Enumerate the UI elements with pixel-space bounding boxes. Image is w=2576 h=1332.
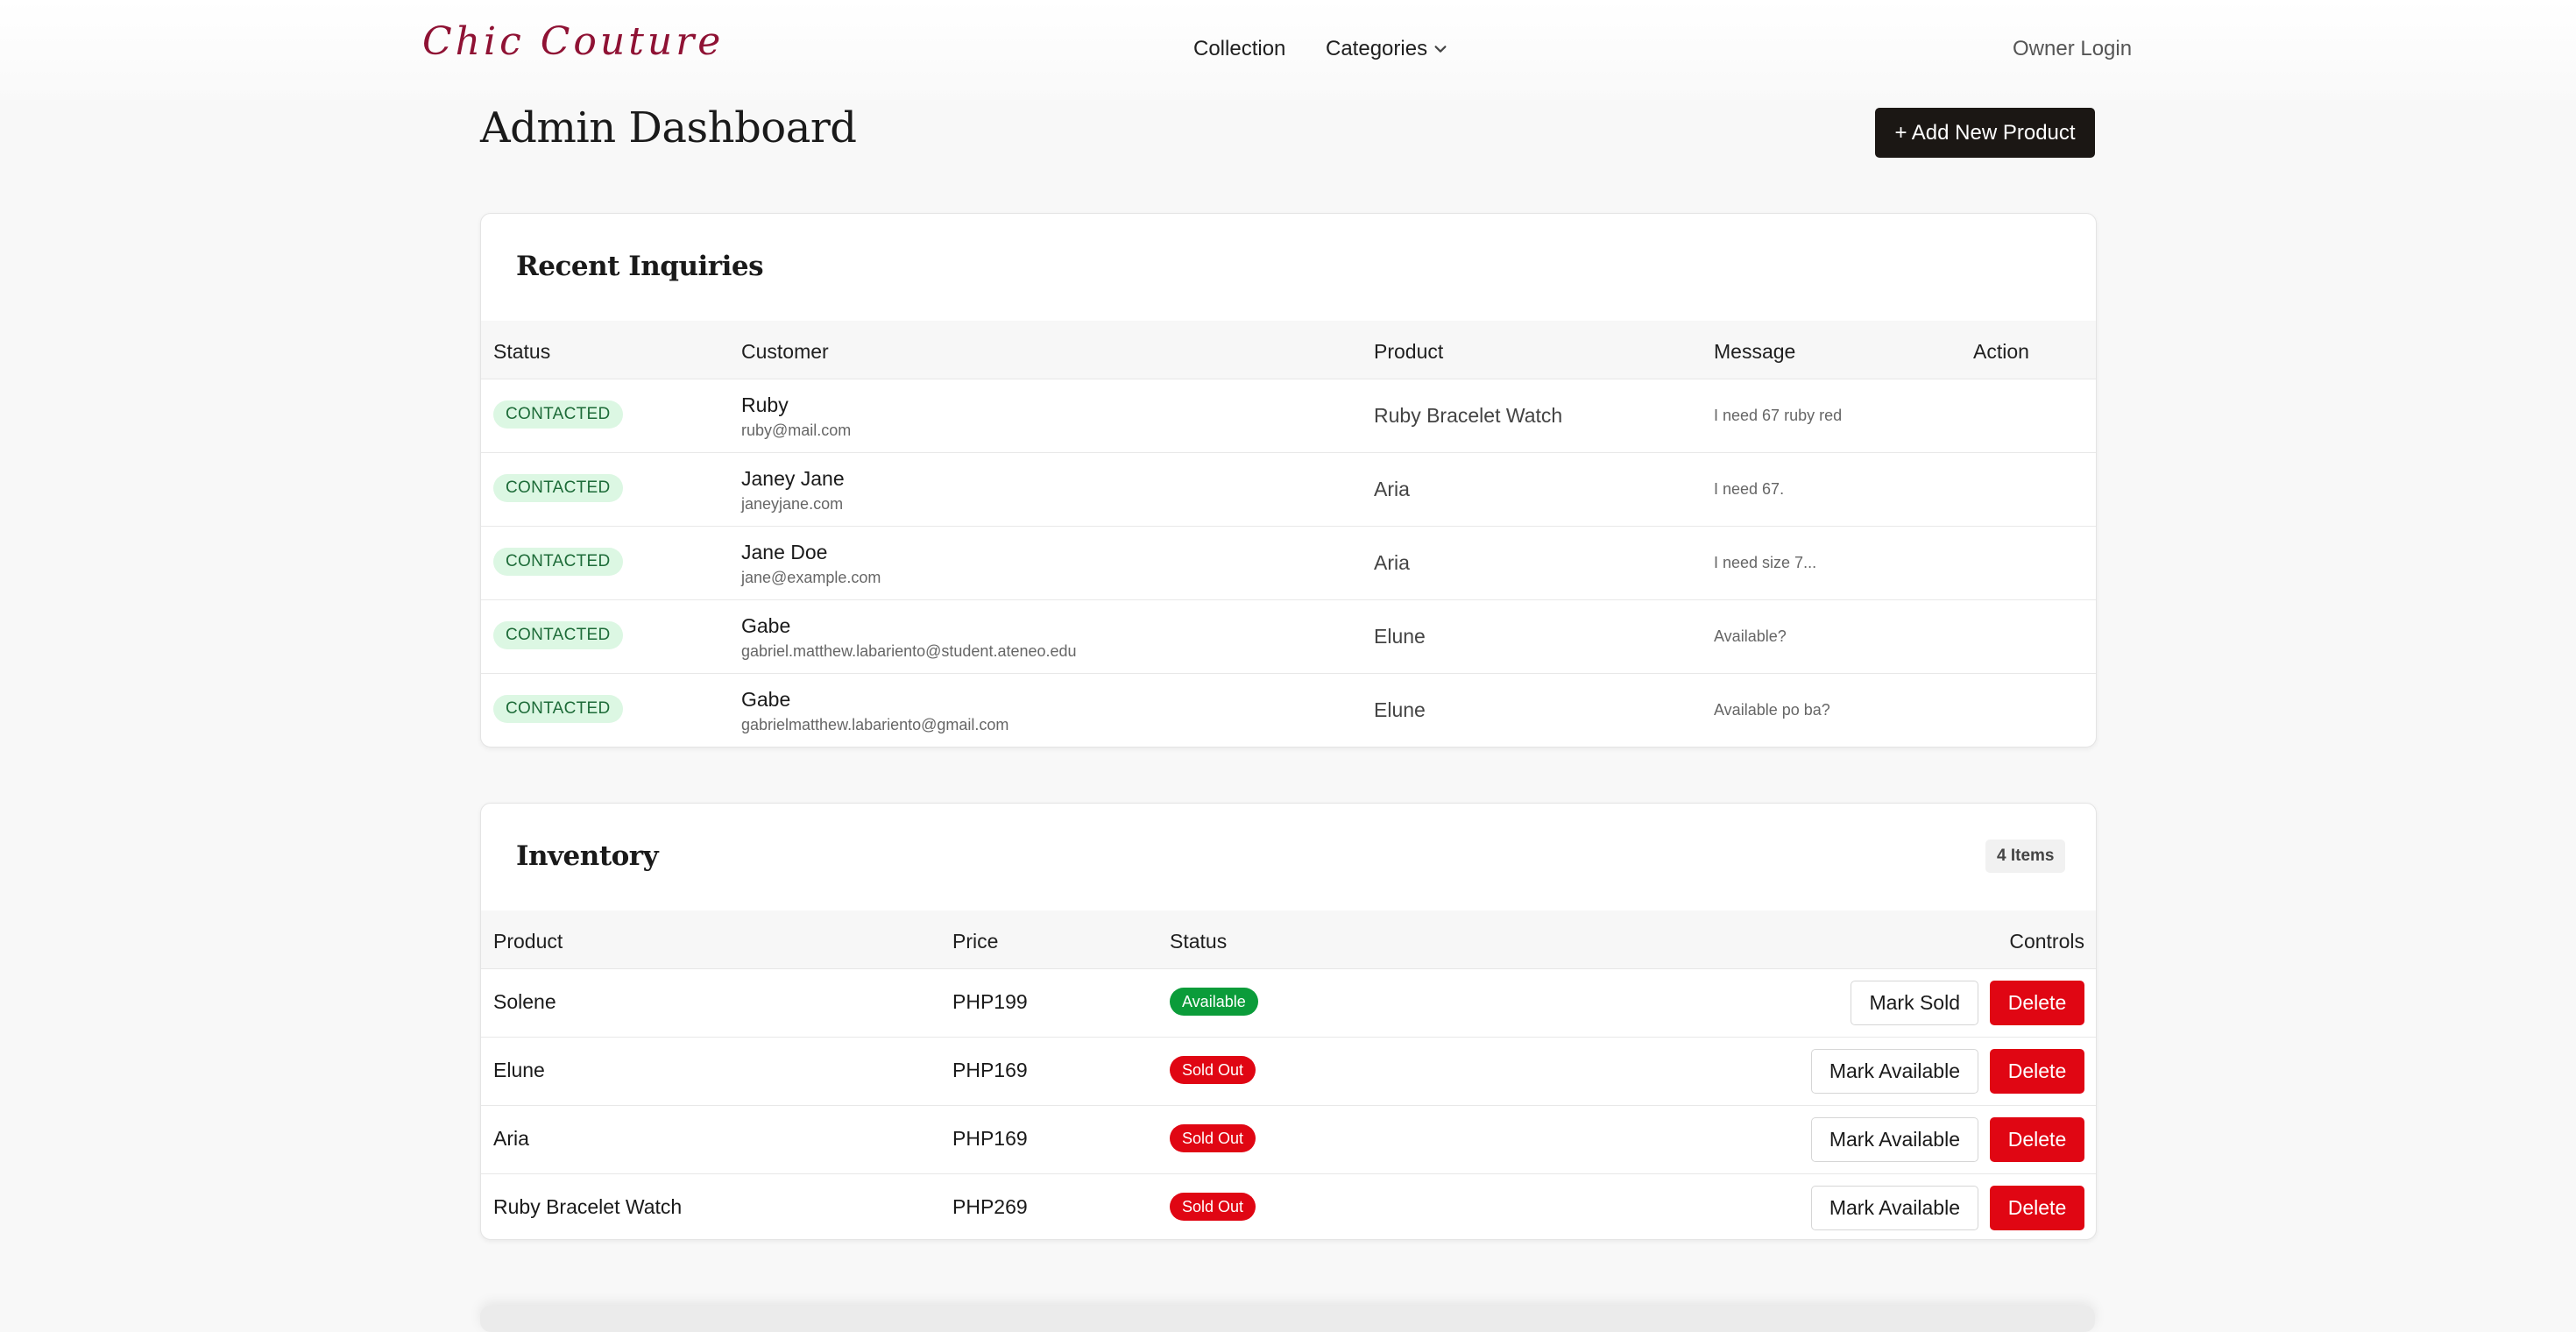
nav-collection-link[interactable]: Collection [1193,37,1285,61]
col-action: Action [1973,340,2029,363]
delete-button[interactable]: Delete [1990,1117,2084,1162]
col-price: Price [952,930,999,953]
table-row: Solene PHP199 Available Mark Sold Delete [481,969,2096,1038]
inquiry-message: I need size 7... [1714,554,1817,571]
status-badge: CONTACTED [493,474,623,502]
product-name: Ruby Bracelet Watch [493,1195,683,1218]
table-row: Ruby Bracelet Watch PHP269 Sold Out Mark… [481,1174,2096,1239]
table-row: CONTACTED Janey Jane janeyjane.com Aria … [481,453,2096,527]
product-price: PHP169 [952,1059,1028,1081]
customer-email: gabriel.matthew.labariento@student.atene… [741,642,1077,660]
recent-inquiries-card: Recent Inquiries Status Customer Product… [480,213,2097,747]
row-controls: Mark Available Delete [1810,1117,2084,1162]
customer-email: janeyjane.com [741,495,844,513]
status-badge: CONTACTED [493,548,623,576]
table-row: CONTACTED Gabe gabriel.matthew.labarient… [481,600,2096,674]
product-name: Elune [493,1059,545,1081]
status-badge: CONTACTED [493,621,623,649]
status-badge: Sold Out [1170,1193,1256,1221]
col-product: Product [1374,340,1444,363]
status-badge: Sold Out [1170,1056,1256,1084]
recent-inquiries-title: Recent Inquiries [516,251,764,282]
mark-sold-button[interactable]: Mark Sold [1851,981,1978,1025]
inventory-card: Inventory 4 Items Product Price Status C… [480,803,2097,1240]
row-controls: Mark Available Delete [1810,1049,2084,1094]
table-row: CONTACTED Gabe gabrielmatthew.labariento… [481,674,2096,747]
col-product: Product [493,930,563,953]
nav-categories-dropdown[interactable]: Categories [1326,37,1448,61]
customer-name: Gabe [741,614,791,637]
item-count-badge: 4 Items [1985,840,2066,873]
col-status: Status [493,340,551,363]
mark-available-button[interactable]: Mark Available [1810,1049,1978,1094]
inquiry-product: Ruby Bracelet Watch [1374,404,1563,427]
inquiry-message: Available? [1714,627,1787,645]
chevron-down-icon [1434,46,1447,53]
mark-available-button[interactable]: Mark Available [1810,1117,1978,1162]
inquiry-message: I need 67. [1714,480,1785,498]
inventory-table-header: Product Price Status Controls [481,910,2096,969]
customer-name: Ruby [741,393,789,416]
status-badge: Sold Out [1170,1124,1256,1152]
inquiry-product: Aria [1374,551,1410,574]
row-controls: Mark Sold Delete [1851,981,2084,1025]
inquiries-table-header: Status Customer Product Message Action [481,321,2096,379]
nav-categories-label: Categories [1326,37,1428,60]
delete-button[interactable]: Delete [1990,1186,2084,1230]
product-name: Solene [493,990,556,1013]
inquiry-product: Elune [1374,698,1426,721]
customer-name: Gabe [741,688,791,711]
table-row: CONTACTED Jane Doe jane@example.com Aria… [481,527,2096,600]
col-message: Message [1714,340,1796,363]
top-navbar: Chic Couture Collection Categories Owner… [0,0,2576,100]
brand-logo[interactable]: Chic Couture [422,19,724,64]
col-controls: Controls [2009,930,2084,953]
delete-button[interactable]: Delete [1990,981,2084,1025]
inquiry-product: Elune [1374,625,1426,648]
inquiry-product: Aria [1374,478,1410,500]
owner-login-link[interactable]: Owner Login [2013,37,2132,61]
product-price: PHP269 [952,1195,1028,1218]
col-customer: Customer [741,340,829,363]
customer-email: jane@example.com [741,569,881,586]
status-badge: CONTACTED [493,400,623,429]
page-title: Admin Dashboard [480,103,857,152]
status-badge: Available [1170,988,1258,1016]
col-status: Status [1170,930,1228,953]
product-price: PHP199 [952,990,1028,1013]
table-row: CONTACTED Ruby ruby@mail.com Ruby Bracel… [481,379,2096,453]
product-price: PHP169 [952,1127,1028,1150]
table-row: Aria PHP169 Sold Out Mark Available Dele… [481,1106,2096,1174]
customer-name: Janey Jane [741,467,845,490]
delete-button[interactable]: Delete [1990,1049,2084,1094]
inventory-title: Inventory [516,840,659,872]
row-controls: Mark Available Delete [1810,1186,2084,1230]
status-badge: CONTACTED [493,695,623,723]
next-section-edge [480,1306,2095,1332]
add-new-product-button[interactable]: + Add New Product [1875,108,2095,158]
inquiry-message: Available po ba? [1714,701,1830,719]
customer-email: ruby@mail.com [741,422,852,439]
customer-email: gabrielmatthew.labariento@gmail.com [741,716,1009,733]
table-row: Elune PHP169 Sold Out Mark Available Del… [481,1038,2096,1106]
mark-available-button[interactable]: Mark Available [1810,1186,1978,1230]
customer-name: Jane Doe [741,541,828,563]
product-name: Aria [493,1127,529,1150]
inquiry-message: I need 67 ruby red [1714,407,1843,424]
